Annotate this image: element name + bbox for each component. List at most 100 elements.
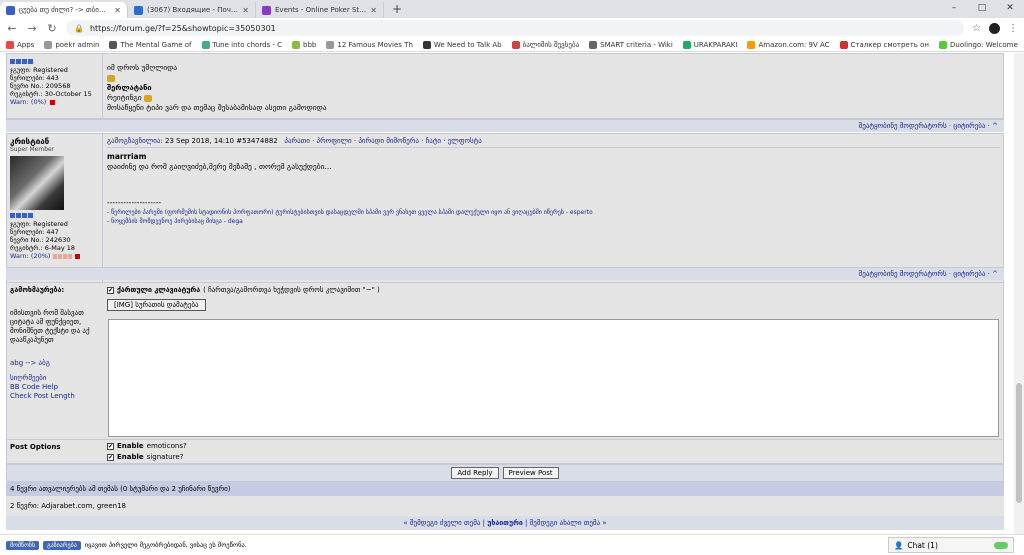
post-user-actions[interactable]: პარათი · პროფილი · პირადი მიმოწერა · ჩატ… [284,137,481,145]
bookmark-icon [326,40,335,49]
bookmark-item[interactable]: The Mental Game of [109,40,192,49]
warn-icon [50,99,56,105]
post-1-actions[interactable]: შეატყობინე მოდერატორს · ციტირება · ^ [6,119,1004,132]
rank-pip [10,213,15,218]
tab-title: (3067) Входящие - Почта Mail.R [147,6,239,14]
bookmark-item[interactable]: Amazon.com: 9V AC [747,40,830,49]
bookmark-item[interactable]: Apps [6,40,34,49]
forward-arrow-icon[interactable]: → [26,22,38,35]
post-2-actions[interactable]: შეატყობინე მოდერატორს · ციტირება · ^ [6,267,1004,280]
bookmark-icon [589,40,598,49]
close-tab-icon[interactable]: ✕ [370,6,377,15]
bookmark-item[interactable]: ბალიშის შევსება [511,40,580,49]
address-bar[interactable]: 🔒 https://forum.ge/?f=25&showtopic=35050… [66,20,965,36]
smiley-icon [144,94,152,102]
maximize-button[interactable]: □ [968,0,996,16]
bookmark-item[interactable]: We Need to Talk Ab [422,40,502,49]
browser-tab-1[interactable]: ცუება თუ ძილი? -> თბილისი ✕ [0,2,128,18]
post-header: გამოგზავნილია: 23 Sep 2018, 14:10 #53474… [107,137,1000,148]
thread-navigation: « შემდეგი ძველი თემა | უხაითური | შემდეგ… [6,516,1004,530]
like-button[interactable]: მომწონს [6,540,40,550]
share-button[interactable]: გაზიარება [43,540,81,550]
bookmark-icon [109,40,118,49]
star-bookmark-icon[interactable]: ☆ [972,23,981,34]
like-text: იყავით პირველი მეგობრებიდან, ვისაც ეს მო… [84,541,247,549]
bookmark-item[interactable]: Сталкер смотреть он [839,40,930,49]
menu-dots-icon[interactable]: ⋮ [1008,23,1018,34]
rank-pip [28,59,33,64]
add-reply-button[interactable]: Add Reply [451,467,499,479]
bookmark-label: ბალიშის შევსება [522,40,580,49]
rank-pip [10,59,15,64]
chat-toggle[interactable] [994,541,1008,549]
browser-tab-3[interactable]: Events - Online Poker Staking ✕ [256,2,384,18]
url-text[interactable]: https://forum.ge/?f=25&showtopic=3505030… [90,24,956,33]
bookmark-label: bbb [303,40,317,49]
back-arrow-icon[interactable]: ← [6,22,18,35]
quote-hint: იმისთვის რომ შასვათ ციტატა ამ ფუნქციეთ, … [10,309,90,344]
user-posts: წერილები: 443 [10,74,59,82]
username[interactable]: კრისტიან [10,137,99,146]
bookmark-item[interactable]: bbb [292,40,317,49]
tab-title: Events - Online Poker Staking [275,6,366,14]
emoticons-checkbox[interactable]: ✔ [107,442,114,450]
prev-thread-link[interactable]: « შემდეგი ძველი თემა [403,519,480,527]
profile-avatar-icon[interactable] [989,22,1000,34]
close-window-button[interactable]: ✕ [996,0,1024,16]
bookmark-label: URAKPARAKI [693,40,738,49]
bookmark-item[interactable]: 12 Famous Movies Th [326,40,413,49]
bookmark-icon [292,40,301,49]
close-tab-icon[interactable]: ✕ [114,6,121,15]
check-length-link[interactable]: Check Post Length [10,392,100,401]
signature-title: შერლატანი [107,83,152,92]
bookmark-icon [682,40,691,49]
bookmark-label: The Mental Game of [120,40,192,49]
add-image-button[interactable]: [IMG] სურათის დამატება [107,299,206,311]
post-id[interactable]: #53474882 [236,137,278,145]
close-tab-icon[interactable]: ✕ [242,6,249,15]
bookmark-label: Сталкер смотреть он [850,40,930,49]
bookmark-item[interactable]: URAKPARAKI [682,40,738,49]
reload-icon[interactable]: ↻ [46,22,58,35]
keyboard-checkbox[interactable]: ✔ [107,286,114,294]
tab-bar: ცუება თუ ძილი? -> თბილისი ✕ (3067) Входя… [0,0,1024,18]
bbcode-help-link[interactable]: BB Code Help [10,383,100,392]
minimize-button[interactable]: – [940,0,968,16]
bookmark-item[interactable]: Tune into chords - C [201,40,282,49]
bookmark-item[interactable]: SMART criteria - Wiki [589,40,673,49]
preview-post-button[interactable]: Preview Post [502,467,559,479]
new-tab-button[interactable]: + [384,2,410,18]
bookmark-item[interactable]: poekr admin [44,40,100,49]
option-text: signature? [146,453,184,461]
option-text: emoticons? [146,442,187,450]
signature-checkbox[interactable]: ✔ [107,453,114,461]
chat-widget[interactable]: 👤 Chat (1) [888,537,1014,553]
scrollbar-thumb[interactable] [1016,383,1022,503]
subscribe-link[interactable]: უხაითური [487,519,523,527]
submit-row: Add Reply Preview Post [6,464,1004,482]
window-controls: – □ ✕ [940,0,1024,16]
bookmark-icon [511,40,520,49]
reply-textarea[interactable] [108,319,999,437]
forum-favicon-icon [6,5,15,15]
bookmark-icon [44,40,53,49]
option-bold: Enable [117,442,144,450]
smiley-icon [107,74,115,82]
browser-tab-2[interactable]: (3067) Входящие - Почта Mail.R ✕ [128,2,256,18]
bookmark-icon [839,40,848,49]
bookmark-item[interactable]: Duolingo: Welcome [939,40,1018,49]
keyboard-label: ქართული კლავიატურა [117,286,201,294]
bookmark-label: poekr admin [55,40,100,49]
bookmark-icon [747,40,756,49]
next-thread-link[interactable]: შემდეგი ახალი თემა » [530,519,607,527]
user-posts: წერილები: 447 [10,228,59,236]
post-options: Post Options ✔ Enable emoticons? ✔ Enable si… [6,440,1004,464]
smilies-link[interactable]: სიღრმეები [10,374,100,383]
bookmark-label: Duolingo: Welcome [950,40,1018,49]
rank-pip [22,213,27,218]
transliterate-link[interactable]: abg --> აბგ [10,359,100,368]
bookmarks-bar: Apps poekr admin The Mental Game of Tune in… [0,38,1024,52]
post-link[interactable]: გამოგზავნილია: [107,137,163,145]
rank-pip [28,213,33,218]
page-scrollbar[interactable] [1014,53,1024,534]
